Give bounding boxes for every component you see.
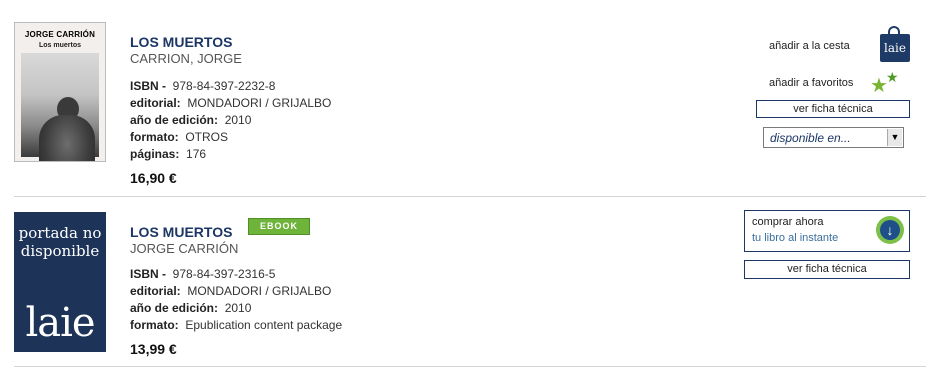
cover-author: JORGE CARRIÓN [24, 30, 96, 39]
buy-now-sublabel: tu libro al instante [752, 232, 839, 244]
star-small-icon: ★ [886, 69, 899, 85]
result-item: JORGE CARRIÓN Los muertos LOS MUERTOS CA… [14, 22, 926, 196]
book-author: JORGE CARRIÓN [130, 241, 239, 256]
isbn-label: ISBN - [130, 79, 166, 93]
dropdown-arrow-icon[interactable]: ▼ [887, 129, 902, 146]
isbn-value: 978-84-397-2232-8 [172, 79, 276, 93]
add-to-cart-link[interactable]: añadir a la cesta [769, 40, 850, 52]
format-label: formato: [130, 318, 179, 332]
tech-sheet-button[interactable]: ver ficha técnica [756, 100, 910, 118]
favorite-stars-icon[interactable]: ★ ★ [870, 69, 902, 96]
year-label: año de edición: [130, 113, 219, 127]
download-icon: ↓ [876, 216, 904, 244]
isbn-value: 978-84-397-2316-5 [172, 267, 276, 281]
year-label: año de edición: [130, 301, 219, 315]
pages-label: páginas: [130, 147, 180, 161]
book-price: 13,99 € [130, 341, 177, 357]
isbn-label: ISBN - [130, 267, 166, 281]
ebook-badge: EBOOK [248, 218, 310, 235]
editorial-label: editorial: [130, 96, 181, 110]
book-author: CARRION, JORGE [130, 51, 242, 66]
book-price: 16,90 € [130, 170, 177, 186]
cover-photo [21, 53, 99, 161]
year-value: 2010 [224, 113, 252, 127]
availability-value: disponible en... [770, 131, 851, 145]
cover-unavailable-text: portada no disponible [18, 224, 102, 260]
year-value: 2010 [224, 301, 252, 315]
laie-logo: laie [25, 300, 95, 346]
editorial-label: editorial: [130, 284, 181, 298]
bag-brand: laie [880, 34, 910, 62]
pages-value: 176 [186, 147, 207, 161]
book-metadata: ISBN - 978-84-397-2232-8 editorial: MOND… [130, 78, 331, 163]
result-item: portada no disponible laie LOS MUERTOS E… [14, 210, 926, 366]
add-to-favorites-link[interactable]: añadir a favoritos [769, 77, 853, 89]
book-cover-placeholder[interactable]: portada no disponible laie [14, 212, 106, 352]
format-value: OTROS [185, 130, 229, 144]
cover-photo-torso [39, 115, 95, 161]
tech-sheet-button[interactable]: ver ficha técnica [744, 260, 910, 279]
cover-title: Los muertos [38, 42, 81, 49]
shopping-bag-icon[interactable]: laie [880, 26, 910, 62]
editorial-value: MONDADORI / GRIJALBO [187, 96, 332, 110]
book-metadata: ISBN - 978-84-397-2316-5 editorial: MOND… [130, 266, 342, 334]
editorial-value: MONDADORI / GRIJALBO [187, 284, 332, 298]
format-value: Epublication content package [185, 318, 343, 332]
divider [14, 196, 926, 197]
divider [14, 366, 926, 367]
buy-now-label: comprar ahora [752, 216, 824, 228]
availability-select[interactable]: disponible en... ▼ [763, 127, 904, 148]
download-arrow: ↓ [880, 220, 900, 240]
book-title-link[interactable]: LOS MUERTOS [130, 34, 232, 50]
book-cover[interactable]: JORGE CARRIÓN Los muertos [14, 22, 106, 162]
book-title-link[interactable]: LOS MUERTOS [130, 224, 232, 240]
format-label: formato: [130, 130, 179, 144]
buy-now-button[interactable]: comprar ahora tu libro al instante ↓ [744, 210, 910, 252]
